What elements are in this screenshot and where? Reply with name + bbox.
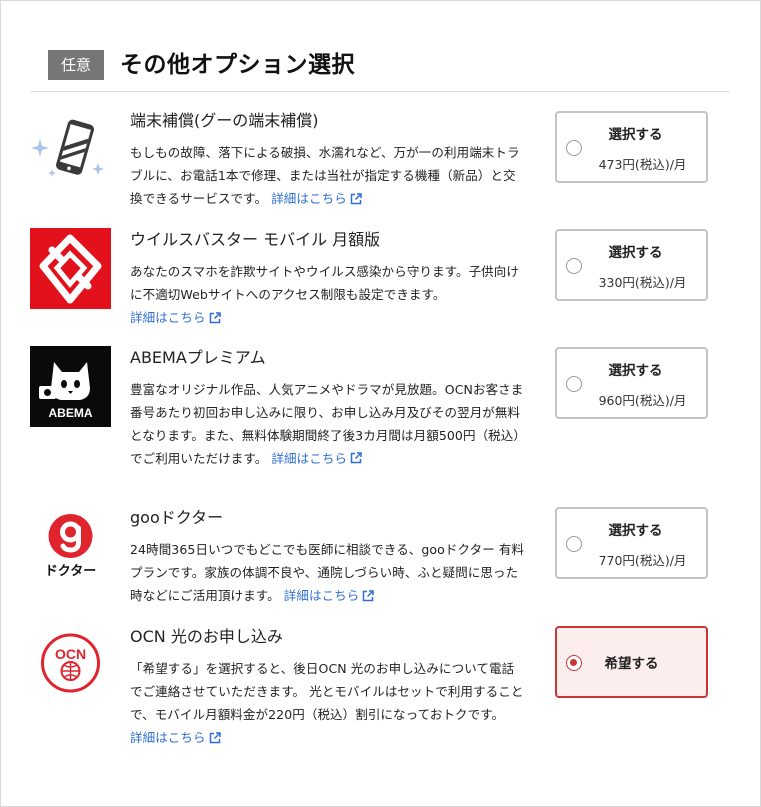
section-header: 任意 その他オプション選択 (30, 46, 730, 92)
detail-link[interactable]: 詳細はこちら (271, 187, 362, 210)
price-label: 960円(税込)/月 (598, 393, 687, 408)
select-button-ocn-hikari[interactable]: 希望する (555, 626, 708, 698)
option-description: 「希望する」を選択すると、後日OCN 光のお申し込みについて電話でご連絡させてい… (130, 657, 525, 749)
option-description: 豊富なオリジナル作品、人気アニメやドラマが見放題。OCNお客さま番号あたり初回お… (130, 382, 524, 466)
option-title: ABEMAプレミアム (130, 348, 266, 367)
abema-logo: ABEMA (30, 346, 111, 427)
price-label: 330円(税込)/月 (598, 275, 687, 290)
button-label: 選択する (608, 127, 663, 143)
option-title: 端末補償(グーの端末補償) (130, 111, 319, 130)
option-description: あなたのスマホを詐欺サイトやウイルス感染から守ります。子供向けに不適切Webサイ… (130, 260, 525, 329)
option-description: もしもの故障、落下による破損、水濡れなど、万が一の利用端末トラブルに、お電話1本… (130, 141, 525, 210)
button-label: 希望する (604, 656, 659, 672)
price-label: 473円(税込)/月 (598, 157, 687, 172)
goo-doctor-logo: ドクター (30, 506, 111, 587)
optional-badge: 任意 (48, 50, 104, 80)
svg-text:OCN: OCN (55, 646, 86, 662)
external-link-icon (209, 311, 221, 323)
detail-link[interactable]: 詳細はこちら (130, 306, 221, 329)
button-label: 選択する (608, 245, 663, 261)
select-button-virus-buster[interactable]: 選択する 330円(税込)/月 (555, 229, 708, 301)
option-title: gooドクター (130, 508, 224, 527)
button-label: 選択する (608, 363, 663, 379)
option-title: ウイルスバスター モバイル 月額版 (130, 230, 381, 249)
option-title: OCN 光のお申し込み (130, 627, 283, 646)
section-title: その他オプション選択 (120, 52, 355, 78)
external-link-icon (363, 589, 375, 601)
ocn-hikari-logo: OCN (30, 625, 111, 706)
external-link-icon (209, 731, 221, 743)
detail-link[interactable]: 詳細はこちら (130, 726, 221, 749)
phone-sparkle-icon (30, 109, 111, 190)
price-label: 770円(税込)/月 (598, 553, 687, 568)
svg-text:ドクター: ドクター (45, 564, 96, 579)
select-button-goo-doctor[interactable]: 選択する 770円(税込)/月 (555, 507, 708, 579)
detail-link[interactable]: 詳細はこちら (284, 584, 375, 607)
external-link-icon (350, 192, 362, 204)
option-description: 24時間365日いつでもどこでも医師に相談できる、gooドクター 有料プランです… (130, 538, 525, 607)
button-label: 選択する (608, 523, 663, 539)
virusbuster-logo (30, 228, 111, 309)
external-link-icon (350, 452, 362, 464)
svg-text:ABEMA: ABEMA (49, 406, 93, 420)
detail-link[interactable]: 詳細はこちら (271, 451, 362, 466)
select-button-abema-premium[interactable]: 選択する 960円(税込)/月 (555, 347, 708, 419)
select-button-device-protection[interactable]: 選択する 473円(税込)/月 (555, 111, 708, 183)
